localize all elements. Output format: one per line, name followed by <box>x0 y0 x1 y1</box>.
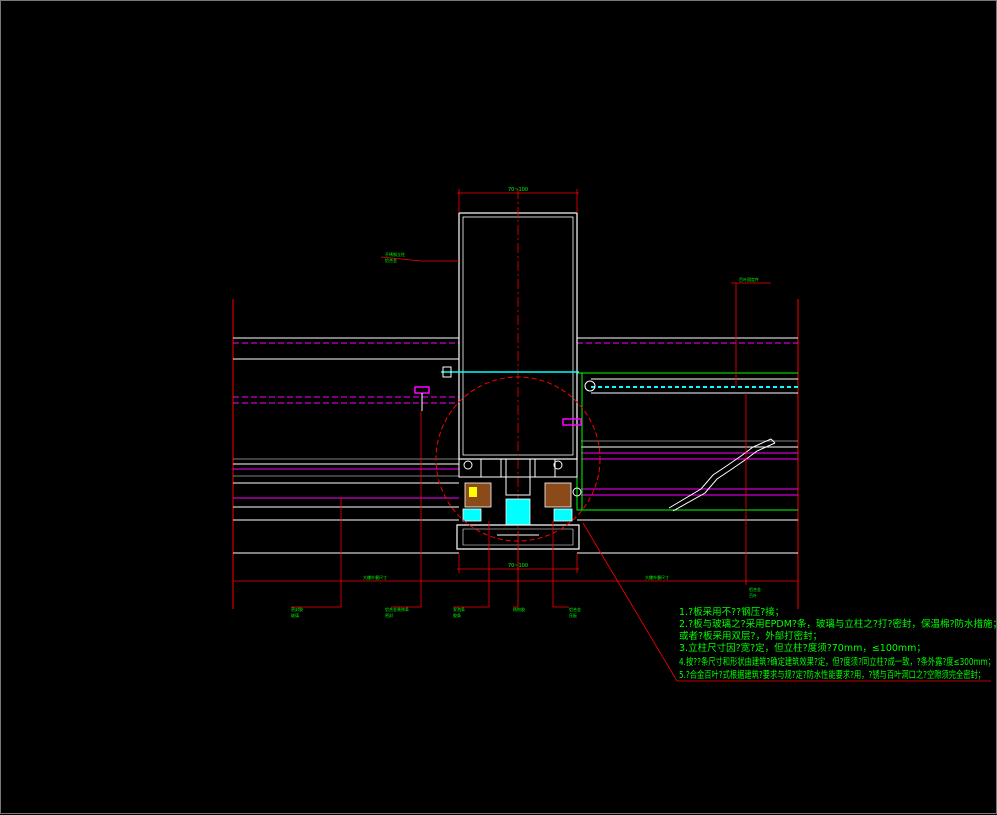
note-line-6: 5.?合金百叶?式根据建筑?要求与规?定?防水性能要求?用，?锈与百叶洞口之?空… <box>679 669 985 681</box>
note-line-1: 1.?板采用不??钢压?接； <box>679 606 784 618</box>
callout-0: 密封胶 <box>291 606 303 612</box>
label-right-bottom: 大樓外牆尺寸 <box>645 574 669 580</box>
label-left-bottom: 大樓外牆尺寸 <box>363 574 387 580</box>
label-right-mid-sub: 百叶 <box>749 592 757 598</box>
label-right-mid: 铝合金 <box>749 586 761 592</box>
note-line-3: 或者?板采用双层?，外部打密封； <box>679 630 822 642</box>
callout-1-sub: 密封 <box>385 612 393 618</box>
label-column: 不锈钢立柱 <box>385 251 405 257</box>
callout-1: 铝合金装饰条 <box>385 606 409 612</box>
callout-2: 发泡条 <box>453 606 465 612</box>
callout-2-sub: 胶条 <box>453 612 461 618</box>
note-line-2: 2.?板与玻璃之?采用EPDM?条，玻璃与立柱之?打?密封，保温棉?防水措施； <box>679 618 997 630</box>
note-line-5: 4.按??条尺寸和形状由建筑?确定建筑效果?定，但?度须?同立柱?成一致，?条外… <box>679 656 995 668</box>
left-wall-layers <box>233 337 459 554</box>
callout-4-sub: 压板 <box>569 612 577 618</box>
overall-dimension: 大樓外牆尺寸 大樓外牆尺寸 <box>233 574 798 582</box>
callout-0-sub: 玻璃 <box>291 612 299 618</box>
notes-block: 1.?板采用不??钢压?接； 2.?板与玻璃之?采用EPDM?条，玻璃与立柱之?… <box>679 606 997 681</box>
right-wall-layers <box>576 337 798 554</box>
callout-3: 结构胶 <box>513 606 525 612</box>
note-line-4: 3.立柱尺寸因?宽?定，但立柱?度须?70mm，≤100mm； <box>679 642 926 654</box>
dim-top-text: 70~100 <box>508 187 528 193</box>
label-top-right: 百叶固定件 <box>739 276 759 282</box>
cad-drawing: 70~100 70~100 大樓外牆尺寸 大樓外牆尺寸 不锈钢立柱 铝合金 百叶… <box>232 187 997 682</box>
label-column-sub: 铝合金 <box>385 257 397 263</box>
cad-viewport[interactable]: 70~100 70~100 大樓外牆尺寸 大樓外牆尺寸 不锈钢立柱 铝合金 百叶… <box>0 0 997 814</box>
louvre-blades <box>668 438 776 512</box>
callout-4: 铝合金 <box>569 606 581 612</box>
